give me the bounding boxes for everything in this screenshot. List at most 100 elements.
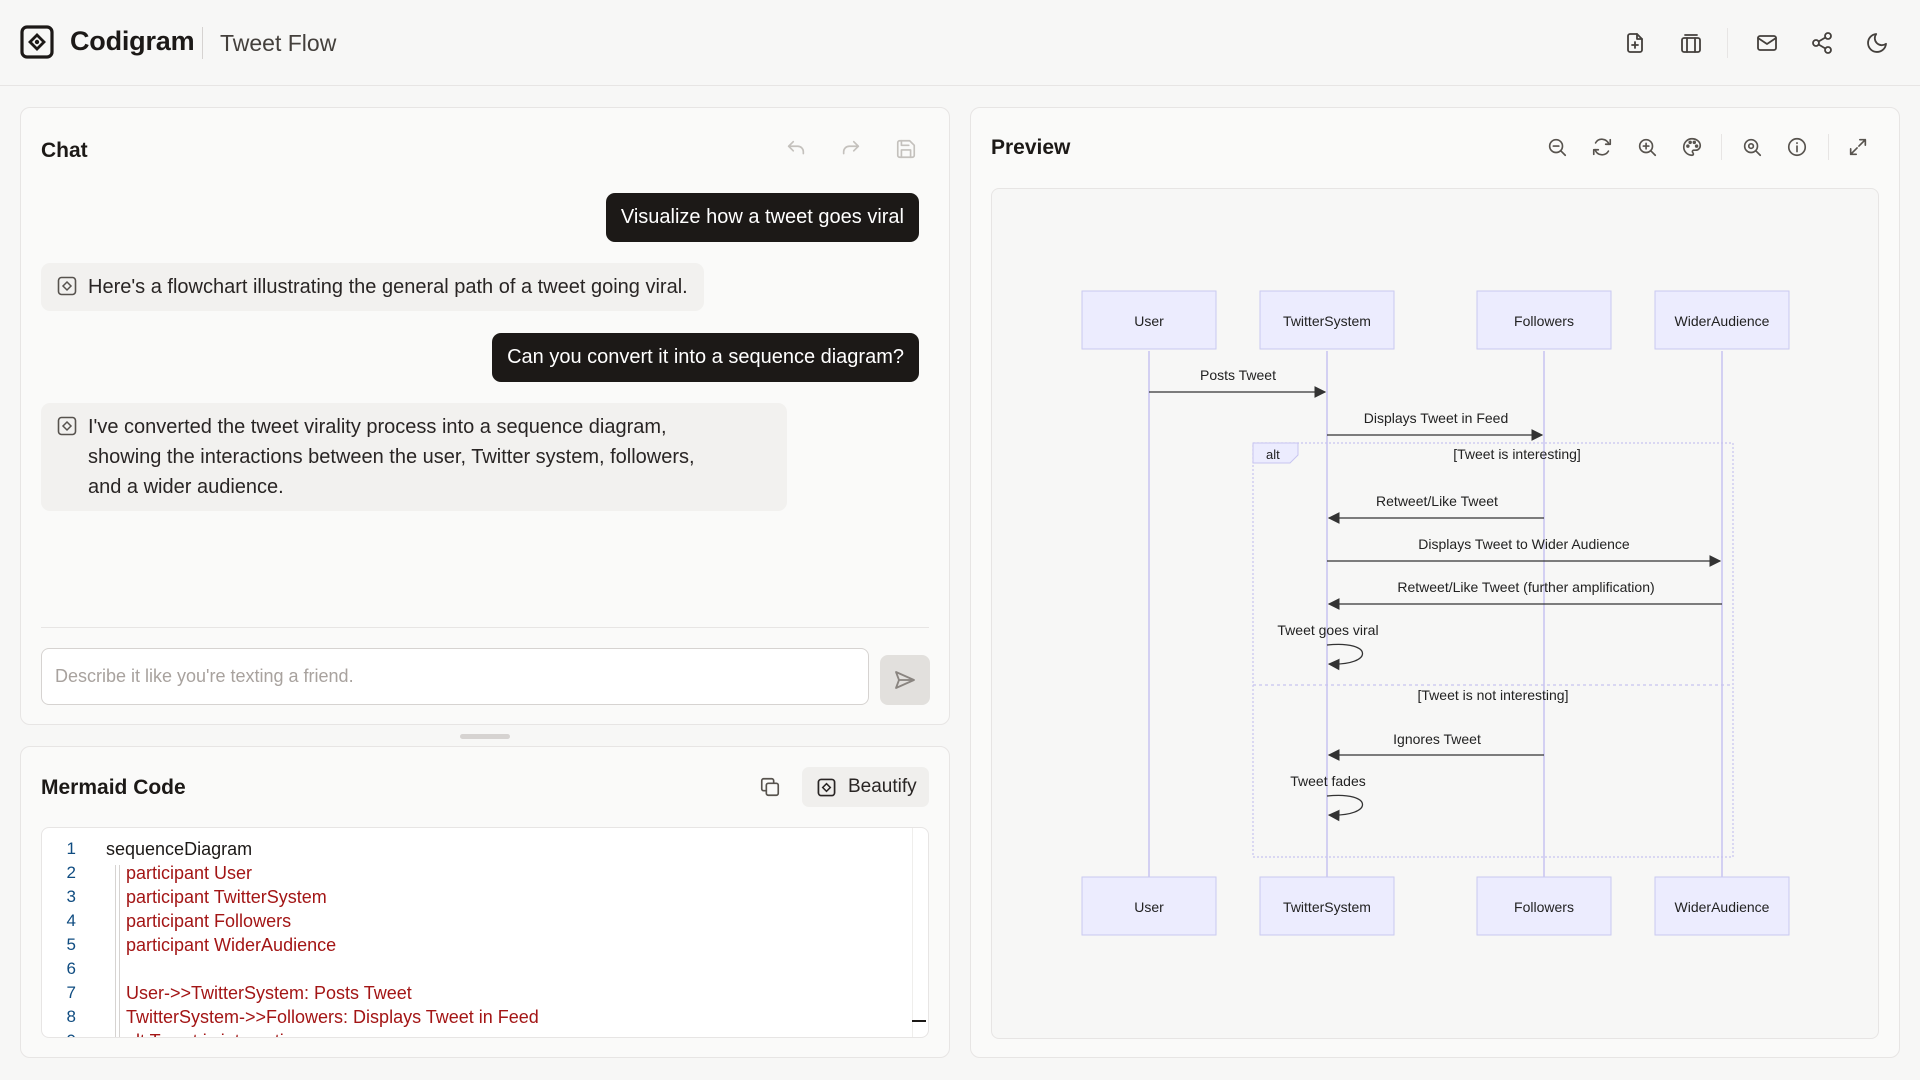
line-number: 6 xyxy=(66,959,76,978)
info-button[interactable] xyxy=(1781,131,1813,163)
chat-title: Chat xyxy=(41,139,88,162)
sequence-diagram: alt [Tweet is interesting] [Tweet is not… xyxy=(1081,290,1790,936)
participant-label: WiderAudience xyxy=(1675,899,1770,915)
editor-scroll-thumb[interactable] xyxy=(912,1020,926,1022)
fit-view-button[interactable] xyxy=(1736,131,1768,163)
zoom-in-button[interactable] xyxy=(1631,131,1663,163)
save-button[interactable] xyxy=(890,133,922,165)
redo-button[interactable] xyxy=(835,133,867,165)
participant-label: User xyxy=(1134,313,1164,329)
share-icon xyxy=(1812,32,1832,54)
code-text: participant Followers xyxy=(126,911,292,931)
preview-toolbar-separator xyxy=(1721,134,1722,160)
alt-label: alt xyxy=(1266,447,1280,462)
copy-code-button[interactable] xyxy=(754,771,786,803)
message-label: Displays Tweet to Wider Audience xyxy=(1418,536,1630,552)
code-editor[interactable]: 1 sequenceDiagram 2 participant User 3 p… xyxy=(41,827,929,1038)
code-text: alt Tweet is interesting xyxy=(126,1029,304,1037)
redo-icon xyxy=(842,140,860,155)
participant-label: Followers xyxy=(1514,313,1574,329)
undo-icon xyxy=(787,140,805,155)
message-label: Retweet/Like Tweet xyxy=(1376,493,1498,509)
assistant-message-line: I've converted the tweet virality proces… xyxy=(88,416,667,438)
app-name: Codigram xyxy=(70,26,195,56)
self-message-arrow xyxy=(1326,643,1363,671)
code-text: participant WiderAudience xyxy=(126,935,337,955)
gallery-icon xyxy=(1681,34,1701,53)
beautify-label: Beautify xyxy=(848,776,917,797)
share-button[interactable] xyxy=(1805,26,1839,60)
fullscreen-button[interactable] xyxy=(1842,131,1874,163)
zoom-fit-icon xyxy=(1743,138,1762,157)
dark-mode-button[interactable] xyxy=(1860,26,1894,60)
assistant-icon xyxy=(57,276,77,296)
code-line: 6 xyxy=(42,957,902,981)
document-title[interactable]: Tweet Flow xyxy=(220,30,336,57)
line-number: 4 xyxy=(66,911,76,930)
code-text: participant TwitterSystem xyxy=(126,887,327,907)
code-text: TwitterSystem->>Followers: Displays Twee… xyxy=(126,1007,539,1027)
assistant-message-line: and a wider audience. xyxy=(88,476,284,498)
message-label: Tweet goes viral xyxy=(1277,622,1378,638)
new-document-icon xyxy=(1627,33,1643,53)
participant-label: TwitterSystem xyxy=(1283,313,1371,329)
line-number: 7 xyxy=(66,983,76,1002)
line-number: 3 xyxy=(66,887,76,906)
zoom-out-icon xyxy=(1548,138,1567,157)
chat-input[interactable] xyxy=(41,648,869,705)
participant-label: TwitterSystem xyxy=(1283,899,1371,915)
copy-icon xyxy=(760,777,780,797)
code-line: 3 participant TwitterSystem xyxy=(42,885,902,909)
assistant-message-line: showing the interactions between the use… xyxy=(88,446,695,468)
preview-toolbar-separator xyxy=(1828,134,1829,160)
code-line: 2 participant User xyxy=(42,861,902,885)
undo-button[interactable] xyxy=(780,133,812,165)
alt-condition: [Tweet is interesting] xyxy=(1453,446,1581,462)
zoom-out-button[interactable] xyxy=(1541,131,1573,163)
message-label: Posts Tweet xyxy=(1200,367,1276,383)
code-text: participant User xyxy=(126,863,253,883)
palette-icon xyxy=(1683,137,1702,157)
else-condition: [Tweet is not interesting] xyxy=(1418,687,1569,703)
code-title: Mermaid Code xyxy=(41,776,186,799)
send-button[interactable] xyxy=(880,655,930,705)
assistant-message: I've converted the tweet virality proces… xyxy=(41,403,787,511)
message-label: Retweet/Like Tweet (further amplificatio… xyxy=(1397,579,1654,595)
self-message-arrow xyxy=(1326,794,1363,822)
dark-mode-icon xyxy=(1867,33,1887,53)
theme-button[interactable] xyxy=(1676,131,1708,163)
beautify-icon xyxy=(817,778,836,796)
mail-button[interactable] xyxy=(1750,26,1784,60)
gallery-button[interactable] xyxy=(1674,26,1708,60)
refresh-icon xyxy=(1592,138,1612,156)
diagram-canvas[interactable]: alt [Tweet is interesting] [Tweet is not… xyxy=(991,188,1879,1039)
message-label: Tweet fades xyxy=(1290,773,1366,789)
header-separator xyxy=(1727,28,1728,58)
new-document-button[interactable] xyxy=(1618,26,1652,60)
save-icon xyxy=(896,139,916,159)
editor-scrollbar[interactable] xyxy=(912,828,928,1037)
assistant-icon xyxy=(57,416,77,436)
beautify-button[interactable]: Beautify xyxy=(802,767,929,807)
message-label: Ignores Tweet xyxy=(1393,731,1481,747)
participant-label: User xyxy=(1134,899,1164,915)
line-number: 2 xyxy=(66,863,76,882)
code-line: 5 participant WiderAudience xyxy=(42,933,902,957)
expand-icon xyxy=(1849,138,1867,156)
codigram-logo-icon xyxy=(20,25,54,59)
reset-view-button[interactable] xyxy=(1586,131,1618,163)
send-icon xyxy=(895,671,915,689)
line-number: 5 xyxy=(66,935,76,954)
code-line: 8 TwitterSystem->>Followers: Displays Tw… xyxy=(42,1005,902,1029)
message-label: Displays Tweet in Feed xyxy=(1364,410,1508,426)
panel-resize-handle[interactable] xyxy=(460,734,510,739)
code-line: 9 alt Tweet is interesting xyxy=(42,1029,902,1037)
code-line: 1 sequenceDiagram xyxy=(42,837,902,861)
code-line: 4 participant Followers xyxy=(42,909,902,933)
mail-icon xyxy=(1757,35,1777,51)
zoom-in-icon xyxy=(1638,138,1657,157)
user-message: Can you convert it into a sequence diagr… xyxy=(492,333,919,382)
assistant-message-text: Here's a flowchart illustrating the gene… xyxy=(88,276,688,298)
code-text: sequenceDiagram xyxy=(106,839,253,859)
line-number: 8 xyxy=(66,1007,76,1026)
